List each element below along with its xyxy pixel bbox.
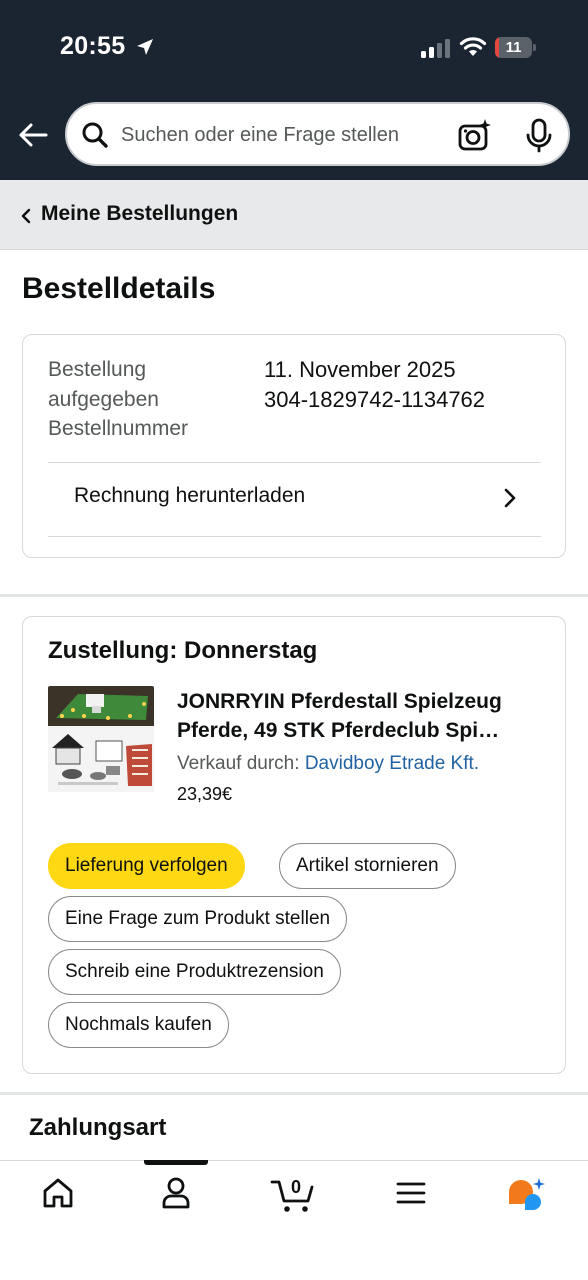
download-invoice-label[interactable]: Rechnung herunterladen [74, 484, 305, 508]
search-input[interactable]: Suchen oder eine Frage stellen [121, 124, 399, 147]
cellular-signal-icon [421, 39, 450, 58]
page-title: Bestelldetails [22, 272, 216, 305]
divider [48, 536, 541, 537]
order-info-card: Bestellung aufgegeben Bestellnummer 11. … [22, 334, 566, 558]
camera-search-icon[interactable] [457, 118, 493, 154]
menu-icon[interactable] [396, 1176, 426, 1210]
order-info-values: 11. November 2025 304-1829742-1134762 [264, 355, 485, 414]
status-time: 20:55 [60, 32, 126, 60]
home-icon[interactable] [42, 1176, 74, 1210]
delivery-title: Zustellung: Donnerstag [48, 637, 318, 664]
delivery-card: Zustellung: Donnerstag JONRRYIN Pferdest… [22, 616, 566, 1074]
chevron-right-icon [504, 488, 516, 508]
seller-link[interactable]: Davidboy Etrade Kft. [305, 753, 479, 774]
ask-question-button[interactable]: Eine Frage zum Produkt stellen [48, 896, 348, 942]
order-placed-label: Bestellung aufgegeben [48, 358, 159, 411]
search-bar[interactable]: Suchen oder eine Frage stellen [65, 102, 570, 166]
wifi-icon [459, 37, 487, 56]
product-image[interactable] [48, 686, 154, 792]
download-invoice-row[interactable]: Rechnung herunterladen [48, 463, 541, 537]
active-tab-indicator [144, 1160, 208, 1165]
payment-method-title: Zahlungsart [29, 1114, 167, 1141]
rufus-icon[interactable] [505, 1176, 547, 1216]
product-title-line2[interactable]: Pferde, 49 STK Pferdeclub Spi… [177, 716, 547, 745]
product-price: 23,39€ [177, 784, 233, 804]
order-date: 11. November 2025 [264, 357, 456, 382]
order-number-label: Bestellnummer [48, 417, 189, 440]
chevron-left-icon [21, 208, 31, 224]
order-number: 304-1829742-1134762 [264, 386, 486, 412]
location-arrow-icon [137, 39, 153, 55]
back-arrow-icon[interactable] [16, 118, 50, 152]
search-icon [82, 122, 108, 148]
breadcrumb-label[interactable]: Meine Bestellungen [41, 202, 238, 226]
seller-info: Verkauf durch: Davidboy Etrade Kft. [177, 753, 479, 775]
cancel-item-button[interactable]: Artikel stornieren [279, 843, 456, 889]
sold-by-label: Verkauf durch: [177, 753, 300, 774]
account-icon[interactable] [160, 1176, 192, 1210]
track-delivery-button[interactable]: Lieferung verfolgen [48, 843, 245, 889]
section-divider [0, 594, 588, 597]
battery-icon: 11 [495, 37, 536, 58]
product-title-line1[interactable]: JONRRYIN Pferdestall Spielzeug [177, 687, 547, 716]
battery-level: 11 [505, 39, 522, 56]
product-title[interactable]: JONRRYIN Pferdestall Spielzeug Pferde, 4… [177, 687, 547, 745]
app-header: 20:55 11 Suchen oder eine Frage stellen [0, 0, 588, 180]
order-info-labels: Bestellung aufgegeben Bestellnummer [48, 355, 248, 444]
breadcrumb[interactable]: Meine Bestellungen [0, 180, 588, 250]
write-review-button[interactable]: Schreib eine Produktrezension [48, 949, 341, 995]
cart-count: 0 [290, 1177, 301, 1197]
buy-again-button[interactable]: Nochmals kaufen [48, 1002, 229, 1048]
section-divider [0, 1092, 588, 1095]
microphone-icon[interactable] [523, 118, 555, 154]
